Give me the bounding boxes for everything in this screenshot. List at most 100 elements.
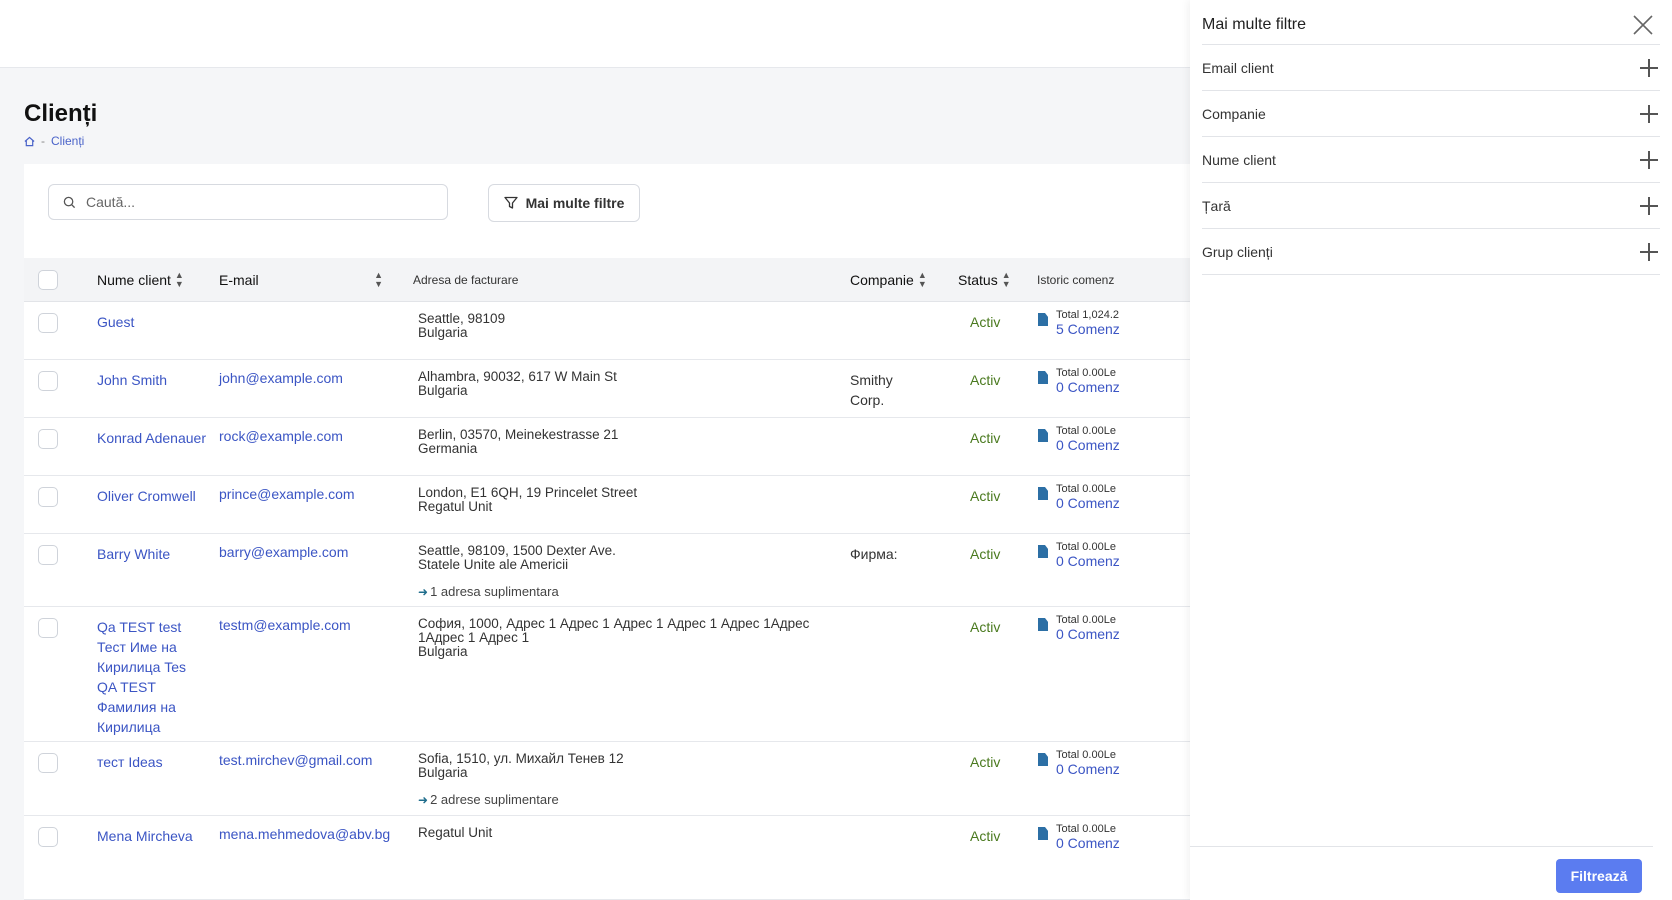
customer-email-link[interactable]: testm@example.com [219, 617, 351, 633]
order-history: Total 0.00Le 0 Comenz [1038, 823, 1194, 851]
extra-addresses-link[interactable]: ➜ 1 adresa suplimentara [418, 585, 818, 600]
row-checkbox[interactable] [38, 371, 58, 391]
customer-name-link[interactable]: Barry White [97, 544, 207, 564]
more-filters-label: Mai multe filtre [525, 195, 625, 211]
plus-icon[interactable] [1640, 58, 1658, 77]
table-row: Guest Seattle, 98109 Bulgaria Activ Tota… [24, 302, 1194, 360]
table-row: Konrad Adenauer rock@example.com Berlin,… [24, 418, 1194, 476]
table-row: Qa TEST test Тест Име на Кирилица Tes QA… [24, 607, 1194, 742]
filter-item[interactable]: Grup clienți [1202, 229, 1660, 275]
apply-filter-button[interactable]: Filtrează [1556, 859, 1642, 893]
orders-link[interactable]: 0 Comenz [1056, 553, 1120, 569]
order-history: Total 0.00Le 0 Comenz [1038, 367, 1194, 395]
customer-name-link[interactable]: тест Ideas [97, 752, 207, 772]
status-badge: Activ [970, 488, 1001, 504]
customer-email-link[interactable]: rock@example.com [219, 428, 343, 444]
row-checkbox[interactable] [38, 827, 58, 847]
order-history: Total 0.00Le 0 Comenz [1038, 614, 1194, 642]
document-icon [1038, 487, 1048, 500]
header-email[interactable]: E-mail ▲ ▼ [219, 258, 383, 302]
orders-link[interactable]: 0 Comenz [1056, 626, 1120, 642]
customer-name-link[interactable]: Qa TEST test Тест Име на Кирилица Tes QA… [97, 617, 207, 737]
plus-icon[interactable] [1640, 196, 1658, 215]
search-box [48, 184, 448, 220]
row-checkbox[interactable] [38, 487, 58, 507]
row-checkbox[interactable] [38, 429, 58, 449]
breadcrumb-current[interactable]: Clienți [51, 134, 84, 148]
breadcrumb: - Clienți [24, 134, 84, 148]
plus-icon[interactable] [1640, 104, 1658, 123]
customer-email-link[interactable]: prince@example.com [219, 486, 355, 502]
header-company[interactable]: Companie ▲ ▼ [850, 258, 927, 302]
customer-name-link[interactable]: Oliver Cromwell [97, 486, 207, 506]
row-checkbox[interactable] [38, 545, 58, 565]
billing-address: София, 1000, Адрес 1 Адрес 1 Адрес 1 Адр… [418, 617, 818, 659]
order-history: Total 0.00Le 0 Comenz [1038, 749, 1194, 777]
filter-label: Grup clienți [1202, 243, 1273, 260]
filter-label: Email client [1202, 59, 1274, 76]
address-line: Berlin, 03570, Meinekestrasse 21 [418, 427, 619, 442]
table-row: тест Ideas test.mirchev@gmail.com Sofia,… [24, 742, 1194, 816]
header-address: Adresa de facturare [413, 273, 519, 287]
close-icon[interactable] [1632, 14, 1654, 36]
company-name: Smithy Corp. [850, 372, 893, 408]
header-status[interactable]: Status ▲ ▼ [958, 258, 1011, 302]
header-name[interactable]: Nume client ▲ ▼ [97, 258, 184, 302]
orders-link[interactable]: 0 Comenz [1056, 835, 1120, 851]
order-total: Total 0.00Le [1056, 541, 1116, 553]
row-checkbox[interactable] [38, 313, 58, 333]
page-title: Clienți [24, 100, 98, 127]
filter-item[interactable]: Nume client [1202, 137, 1660, 183]
home-icon[interactable] [24, 136, 35, 147]
extra-addresses-link[interactable]: ➜ 2 adrese suplimentare [418, 793, 818, 808]
order-history: Total 0.00Le 0 Comenz [1038, 541, 1194, 569]
filter-item[interactable]: Țară [1202, 183, 1660, 229]
orders-link[interactable]: 0 Comenz [1056, 495, 1120, 511]
arrow-right-icon: ➜ [418, 585, 429, 599]
customer-email-link[interactable]: mena.mehmedova@abv.bg [219, 826, 390, 842]
filter-label: Nume client [1202, 151, 1276, 168]
customer-email-link[interactable]: john@example.com [219, 370, 343, 386]
arrow-right-icon: ➜ [418, 793, 429, 807]
search-input[interactable] [86, 194, 426, 210]
customer-name-link[interactable]: Mena Mircheva [97, 826, 207, 846]
document-icon [1038, 429, 1048, 442]
order-total: Total 1,024.2 [1056, 309, 1119, 321]
filter-item[interactable]: Companie [1202, 91, 1660, 137]
table-row: Mena Mircheva mena.mehmedova@abv.bg Rega… [24, 816, 1194, 900]
plus-icon[interactable] [1640, 242, 1658, 261]
document-icon [1038, 827, 1048, 840]
sort-icon: ▲ ▼ [174, 270, 184, 289]
address-country: Bulgaria [418, 644, 468, 659]
billing-address: London, E1 6QH, 19 Princelet Street Rega… [418, 486, 818, 514]
address-country: Bulgaria [418, 383, 468, 398]
row-checkbox[interactable] [38, 618, 58, 638]
status-badge: Activ [970, 314, 1001, 330]
row-checkbox[interactable] [38, 753, 58, 773]
customer-name-link[interactable]: Guest [97, 312, 207, 332]
status-badge: Activ [970, 372, 1001, 388]
plus-icon[interactable] [1640, 150, 1658, 169]
document-icon [1038, 545, 1048, 558]
document-icon [1038, 371, 1048, 384]
customer-email-link[interactable]: test.mirchev@gmail.com [219, 752, 372, 768]
billing-address: Regatul Unit [418, 826, 818, 840]
customer-email-link[interactable]: barry@example.com [219, 544, 348, 560]
more-filters-panel: Mai multe filtre Email client Companie Num… [1190, 0, 1672, 900]
filter-icon [503, 196, 518, 209]
customer-name-link[interactable]: John Smith [97, 370, 207, 390]
filter-item[interactable]: Email client [1202, 45, 1660, 91]
customer-name-link[interactable]: Konrad Adenauer [97, 428, 207, 448]
orders-link[interactable]: 0 Comenz [1056, 761, 1120, 777]
more-filters-button[interactable]: Mai multe filtre [488, 184, 640, 222]
select-all-checkbox[interactable] [38, 270, 58, 290]
document-icon [1038, 313, 1048, 326]
address-line: London, E1 6QH, 19 Princelet Street [418, 485, 638, 500]
billing-address: Berlin, 03570, Meinekestrasse 21 Germani… [418, 428, 818, 456]
panel-title: Mai multe filtre [1202, 16, 1307, 33]
orders-link[interactable]: 5 Comenz [1056, 321, 1120, 337]
orders-link[interactable]: 0 Comenz [1056, 437, 1120, 453]
address-country: Statele Unite ale Americii [418, 557, 569, 572]
address-line: Seattle, 98109, 1500 Dexter Ave. [418, 543, 616, 558]
orders-link[interactable]: 0 Comenz [1056, 379, 1120, 395]
